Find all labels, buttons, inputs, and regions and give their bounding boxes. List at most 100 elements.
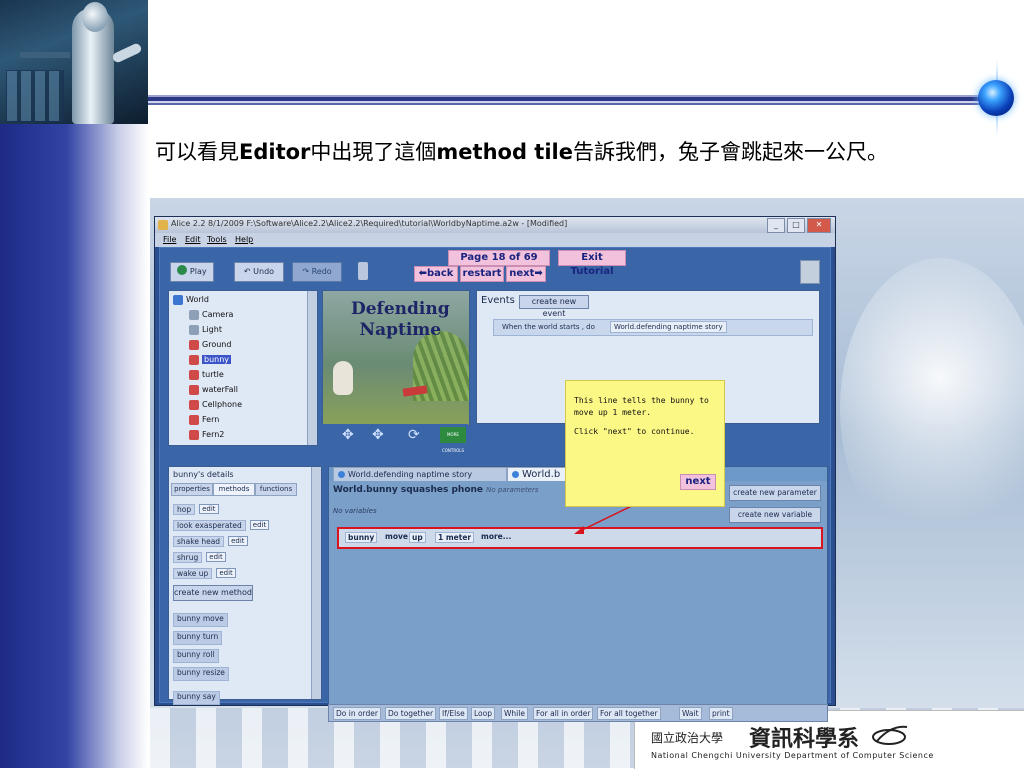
object-icon	[189, 339, 199, 350]
method-tab-icon	[338, 471, 345, 478]
menu-edit[interactable]: Edit	[185, 235, 201, 244]
tab-methods[interactable]: methods	[213, 483, 255, 496]
no-variables-label: No variables	[333, 507, 377, 515]
event-row[interactable]: When the world starts , do World.defendi…	[493, 319, 813, 336]
next-nav-button[interactable]: next➡	[506, 266, 546, 282]
menu-tools[interactable]: Tools	[207, 235, 227, 244]
bunny-figure	[333, 361, 353, 395]
statement-amount[interactable]: 1 meter	[435, 532, 475, 543]
method-row[interactable]: shake head edit	[173, 535, 248, 547]
tree-item[interactable]: World	[173, 293, 209, 306]
logo-english: National Chengchi University Department …	[651, 751, 934, 760]
method-row[interactable]: wake up edit	[173, 567, 236, 579]
wait-tile[interactable]: Wait	[679, 707, 702, 720]
object-icon	[189, 429, 199, 440]
more-controls-button[interactable]: MORE CONTROLS	[440, 427, 466, 453]
method-tile[interactable]: bunny say	[173, 691, 220, 705]
method-tile[interactable]: bunny turn	[173, 631, 223, 645]
tree-item[interactable]: Fern	[189, 413, 219, 426]
method-tile[interactable]: bunny move	[173, 613, 228, 627]
edit-button[interactable]: edit	[199, 504, 219, 514]
tree-item[interactable]: turtle	[189, 368, 224, 381]
back-button[interactable]: ⬅back	[414, 266, 458, 282]
object-icon	[189, 399, 199, 410]
event-handler-dropdown[interactable]: World.defending naptime story	[610, 321, 727, 333]
if-else-tile[interactable]: If/Else	[439, 707, 468, 720]
tooltip-line1: This line tells the bunny to move up 1 m…	[574, 396, 709, 417]
menu-file[interactable]: File	[163, 235, 176, 244]
undo-button[interactable]: ↶ Undo	[234, 262, 284, 282]
tree-item[interactable]: waterFall	[189, 383, 238, 396]
object-tree: World Camera Light Ground bunny turtle w…	[168, 290, 318, 446]
maximize-button[interactable]: □	[787, 218, 805, 233]
tree-item[interactable]: Light	[189, 323, 222, 336]
tooltip-next-button[interactable]: next	[680, 474, 716, 490]
edit-button[interactable]: edit	[228, 536, 248, 546]
tree-item[interactable]: Fern2	[189, 428, 224, 441]
statement-object[interactable]: bunny	[345, 532, 378, 543]
window-title: Alice 2.2 8/1/2009 F:\Software\Alice2.2\…	[171, 219, 568, 228]
create-new-variable-button[interactable]: create new variable	[729, 507, 821, 523]
exit-tutorial-button[interactable]: Exit Tutorial	[558, 250, 626, 277]
method-tile[interactable]: bunny roll	[173, 649, 219, 663]
edit-button[interactable]: edit	[216, 568, 236, 578]
left-gradient-bar	[0, 124, 148, 768]
arrow-left-icon: ⬅	[418, 268, 427, 279]
restart-button[interactable]: restart	[460, 266, 504, 282]
tab-functions[interactable]: functions	[255, 483, 297, 496]
logo-university: 國立政治大學	[651, 731, 724, 745]
window-titlebar[interactable]: Alice 2.2 8/1/2009 F:\Software\Alice2.2\…	[155, 217, 835, 233]
do-in-order-tile[interactable]: Do in order	[333, 707, 381, 720]
close-button[interactable]: ✕	[807, 218, 831, 233]
loop-tile[interactable]: Loop	[471, 707, 495, 720]
create-new-method-button[interactable]: create new method	[173, 585, 253, 601]
while-tile[interactable]: While	[501, 707, 528, 720]
redo-button[interactable]: ↷ Redo	[292, 262, 342, 282]
alice-workspace: Play ↶ Undo ↷ Redo Page 18 of 69 Exit Tu…	[159, 247, 831, 722]
statement-more[interactable]: more...	[481, 532, 511, 541]
page-counter: Page 18 of 69	[448, 250, 550, 266]
minimize-button[interactable]: _	[767, 218, 785, 233]
for-all-together-tile[interactable]: For all together	[597, 707, 661, 720]
method-row[interactable]: look exasperated edit	[173, 519, 270, 531]
camera-controls: ✥ ✥ ⟳ MORE CONTROLS	[322, 424, 468, 453]
for-all-in-order-tile[interactable]: For all in order	[533, 707, 594, 720]
print-tile[interactable]: print	[709, 707, 733, 720]
method-tab-icon	[512, 471, 519, 478]
tree-item[interactable]: Ground	[189, 338, 231, 351]
tab-bunny-squashes-phone[interactable]: World.b	[507, 467, 569, 482]
clipboard-icon[interactable]	[800, 260, 820, 284]
tab-properties[interactable]: properties	[171, 483, 213, 496]
header-rule	[148, 95, 980, 105]
do-together-tile[interactable]: Do together	[385, 707, 437, 720]
tab-defending-naptime-story[interactable]: World.defending naptime story	[333, 467, 507, 482]
blue-orb-icon	[978, 80, 1014, 116]
play-icon	[177, 265, 188, 275]
tree-scrollbar[interactable]	[307, 291, 317, 445]
rotate-arrows-icon[interactable]: ⟳	[408, 427, 420, 443]
alice-app-icon	[158, 220, 168, 230]
statement-direction[interactable]: up	[409, 532, 426, 543]
statement-verb: move	[385, 532, 408, 541]
world-icon	[173, 294, 183, 305]
tree-item[interactable]: Cellphone	[189, 398, 242, 411]
create-new-event-button[interactable]: create new event	[519, 295, 589, 318]
trash-icon[interactable]	[358, 262, 368, 280]
tilt-arrows-icon[interactable]: ✥	[372, 427, 384, 443]
method-tile[interactable]: bunny resize	[173, 667, 229, 681]
method-row[interactable]: hop edit	[173, 503, 219, 515]
alice-window: Alice 2.2 8/1/2009 F:\Software\Alice2.2\…	[154, 216, 836, 722]
slide-caption: 可以看見Editor中出現了這個method tile告訴我們，兔子會跳起來一公…	[155, 140, 888, 164]
method-row[interactable]: shrug edit	[173, 551, 226, 563]
tree-item[interactable]: Camera	[189, 308, 233, 321]
tree-item-selected[interactable]: bunny	[189, 353, 232, 366]
camera-icon	[189, 309, 199, 320]
play-button[interactable]: Play	[170, 262, 214, 282]
edit-button[interactable]: edit	[249, 520, 270, 530]
details-scrollbar[interactable]	[311, 467, 321, 699]
edit-button[interactable]: edit	[206, 552, 226, 562]
move-arrows-icon[interactable]: ✥	[342, 427, 354, 443]
menu-help[interactable]: Help	[235, 235, 253, 244]
create-new-parameter-button[interactable]: create new parameter	[729, 485, 821, 501]
scene-preview[interactable]: Defending Naptime	[322, 290, 470, 426]
